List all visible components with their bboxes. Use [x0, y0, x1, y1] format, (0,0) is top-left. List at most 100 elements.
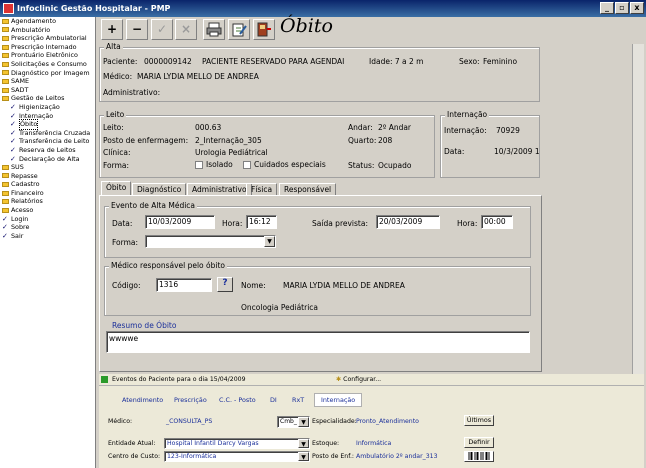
- centro-select[interactable]: 123-Informática ▼: [164, 451, 310, 462]
- tree-item[interactable]: Prontuário Eletrônico: [0, 51, 95, 60]
- tree-item[interactable]: Relatórios: [0, 197, 95, 206]
- bottom-posto-label: Posto de Enf.:: [312, 453, 355, 460]
- tree-item-label: Prescrição Internado: [11, 42, 77, 51]
- close-button[interactable]: x: [630, 2, 644, 14]
- tree-item[interactable]: Acesso: [0, 206, 95, 215]
- codigo-input[interactable]: 1316: [156, 278, 212, 292]
- folder-icon: [2, 87, 9, 93]
- exit-button[interactable]: [253, 19, 275, 40]
- resumo-textarea[interactable]: wwwwe: [106, 331, 530, 353]
- app-icon: [3, 3, 14, 14]
- cuidados-checkbox[interactable]: Cuidados especiais: [243, 160, 326, 169]
- scrollbar[interactable]: [632, 44, 644, 374]
- medico-obito-group-label: Médico responsável pelo óbito: [109, 261, 227, 270]
- print-button[interactable]: [203, 19, 225, 40]
- saida-input[interactable]: 20/03/2009: [376, 215, 440, 229]
- tree-item-label: Ambulatório: [11, 25, 51, 34]
- chevron-down-icon[interactable]: ▼: [298, 417, 309, 427]
- evento-data-input[interactable]: 10/03/2009: [145, 215, 215, 229]
- folder-icon: [2, 61, 9, 67]
- tree-item[interactable]: Prescrição Ambulatorial: [0, 34, 95, 43]
- maximize-button[interactable]: ▫: [615, 2, 629, 14]
- tree-item[interactable]: Agendamento: [0, 17, 95, 26]
- tree-item[interactable]: Prescrição Internado: [0, 43, 95, 52]
- medico-obito-nome-label: Nome:: [241, 281, 266, 290]
- tree-item-label: Financeiro: [11, 188, 44, 197]
- tree-item[interactable]: Financeiro: [0, 189, 95, 198]
- tree-item[interactable]: ✓ Transferência de Leito: [0, 137, 95, 146]
- ultimos-button[interactable]: Últimos: [464, 415, 494, 426]
- tree-item[interactable]: Diagnóstico por Imagem: [0, 69, 95, 78]
- chevron-down-icon[interactable]: ▼: [298, 439, 309, 448]
- tree-item[interactable]: Cadastro: [0, 180, 95, 189]
- cancel-button[interactable]: ×: [175, 19, 197, 40]
- subtab-prescricao[interactable]: Prescrição: [174, 396, 207, 404]
- medico-obito-especialidade: Oncologia Pediátrica: [241, 303, 319, 312]
- subtab-atendimento[interactable]: Atendimento: [122, 396, 163, 404]
- isolado-checkbox[interactable]: Isolado: [195, 160, 233, 169]
- tree-item[interactable]: ✓ Internação: [0, 112, 95, 121]
- add-button[interactable]: +: [101, 19, 123, 40]
- tree-item[interactable]: Gestão de Leitos: [0, 94, 95, 103]
- tree-item[interactable]: ✓ Transferência Cruzada: [0, 129, 95, 138]
- tree-item-label: Solicitações e Consumo: [11, 59, 87, 68]
- events-title: Eventos do Paciente para o dia 15/04/200…: [112, 376, 246, 383]
- tree-item[interactable]: ✓ Declaração de Alta: [0, 155, 95, 164]
- leito-label: Leito:: [103, 123, 124, 132]
- tree-item-label: Transferência Cruzada: [19, 128, 91, 137]
- subtab-rxt[interactable]: RxT: [292, 396, 304, 404]
- evento-hora2-input[interactable]: 00:00: [481, 215, 513, 229]
- check-icon: ✓: [2, 214, 8, 223]
- tree-item[interactable]: Solicitações e Consumo: [0, 60, 95, 69]
- tree-item[interactable]: ✓ Higienização: [0, 103, 95, 112]
- alta-group-label: Alta: [104, 42, 123, 51]
- sexo-value: Feminino: [483, 57, 518, 66]
- subtab-di[interactable]: DI: [270, 396, 277, 404]
- confirm-button[interactable]: ✓: [151, 19, 173, 40]
- check-icon: ✓: [10, 111, 16, 120]
- expand-icon[interactable]: [101, 376, 108, 383]
- tab-obito[interactable]: Óbito: [101, 181, 132, 196]
- tree-item-label: Login: [11, 214, 29, 223]
- medico-obito-nome: MARIA LYDIA MELLO DE ANDREA: [283, 281, 405, 290]
- internacao-data-value: 10/3/2009 1: [494, 147, 540, 156]
- configurar-link[interactable]: ✱ Configurar...: [336, 376, 381, 383]
- subtab-cc-posto[interactable]: C.C. - Posto: [219, 396, 256, 404]
- tree-item[interactable]: Repasse: [0, 172, 95, 181]
- tree-item[interactable]: ✓ Login: [0, 215, 95, 224]
- evento-hora-input[interactable]: 16:12: [246, 215, 277, 229]
- tree-item-label: Higienização: [19, 102, 60, 111]
- tree-item[interactable]: Ambulatório: [0, 26, 95, 35]
- clinica-value: Urologia Pediátrical: [195, 148, 268, 157]
- tree-item[interactable]: ✓ Reserva de Leitos: [0, 146, 95, 155]
- tree-item[interactable]: SUS: [0, 163, 95, 172]
- tree-item[interactable]: SAME: [0, 77, 95, 86]
- cuidados-label: Cuidados especiais: [254, 160, 326, 169]
- crm-select[interactable]: Cmb_ ▼: [277, 416, 310, 428]
- tree-item[interactable]: SADT: [0, 86, 95, 95]
- tree-item[interactable]: ✓ Óbito: [0, 119, 95, 130]
- tree-item-label: Diagnóstico por Imagem: [11, 68, 90, 77]
- subtab-internacao[interactable]: Internação: [314, 393, 363, 407]
- folder-icon: [2, 96, 9, 102]
- evento-group: Evento de Alta Médica: [104, 201, 531, 258]
- paciente-label: Paciente:: [103, 57, 138, 66]
- minimize-button[interactable]: _: [600, 2, 614, 14]
- folder-icon: [2, 164, 9, 170]
- definir-button[interactable]: Definir: [464, 437, 494, 448]
- edit-document-button[interactable]: [228, 19, 250, 40]
- resumo-label: Resumo de Óbito: [112, 321, 177, 330]
- tree-item[interactable]: ✓ Sair: [0, 232, 95, 241]
- barcode-icon: [468, 452, 490, 460]
- codigo-lookup-button[interactable]: ?: [217, 277, 233, 292]
- entidade-select[interactable]: Hospital Infantil Darcy Vargas ▼: [164, 438, 310, 449]
- leito-value: 000.63: [195, 123, 222, 132]
- chevron-down-icon[interactable]: ▼: [264, 236, 275, 247]
- tree-item-label: Agendamento: [11, 17, 57, 25]
- evento-forma-select[interactable]: ▼: [145, 235, 276, 248]
- remove-button[interactable]: −: [126, 19, 148, 40]
- barcode-button[interactable]: [464, 451, 494, 462]
- chevron-down-icon[interactable]: ▼: [298, 452, 309, 461]
- entidade-value: Hospital Infantil Darcy Vargas: [167, 440, 259, 447]
- tree-item[interactable]: ✓ Sobre: [0, 223, 95, 232]
